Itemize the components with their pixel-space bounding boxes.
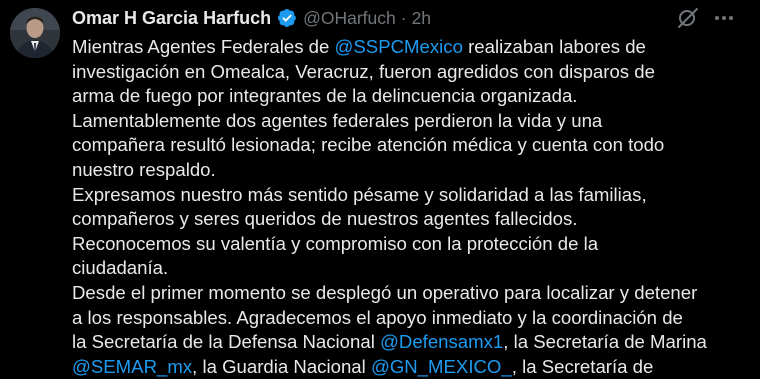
avatar-image [10, 8, 60, 58]
mention-link[interactable]: @GN_MEXICO_ [371, 356, 512, 377]
user-handle[interactable]: @OHarfuch [303, 8, 396, 29]
tweet-line: Reconocemos su valentía y compromiso con… [72, 232, 599, 254]
tweet-line: Lamentablemente dos agentes federales pe… [72, 109, 603, 131]
tweet-line: @SEMAR_mx, la Guardia Nacional @GN_MEXIC… [72, 355, 654, 377]
tweet-line: la Secretaría de la Defensa Nacional @De… [72, 331, 707, 353]
separator-dot: · [400, 7, 407, 28]
mention-link[interactable]: @SSPCMexico [335, 36, 463, 57]
tweet-line: compañeros y seres queridos de nuestros … [72, 208, 578, 230]
tweet-line: nuestro respaldo. [72, 158, 216, 180]
tweet-text: Mientras Agentes Federales de @SSPCMexic… [72, 35, 758, 379]
tweet-line: a los responsables. Agradecemos el apoyo… [72, 306, 683, 328]
tweet-line: compañera resultó lesionada; recibe aten… [72, 134, 665, 156]
timestamp[interactable]: 2h [412, 8, 431, 29]
grok-icon[interactable] [676, 6, 700, 30]
display-name[interactable]: Omar H Garcia Harfuch [72, 8, 271, 29]
tweet-line: Mientras Agentes Federales de @SSPCMexic… [72, 36, 646, 57]
tweet-line: Expresamos nuestro más sentido pésame y … [72, 183, 647, 205]
verified-badge-icon [277, 8, 297, 28]
avatar[interactable] [10, 8, 60, 58]
mention-link[interactable]: @Defensamx1 [380, 331, 503, 352]
more-options-icon[interactable] [712, 6, 736, 30]
tweet-header: Omar H Garcia Harfuch @OHarfuch · 2h [72, 6, 431, 30]
tweet[interactable]: Omar H Garcia Harfuch @OHarfuch · 2h Mie… [0, 0, 760, 378]
tweet-line: Desde el primer momento se desplegó un o… [72, 281, 698, 303]
mention-link[interactable]: @SEMAR_mx [72, 356, 192, 377]
tweet-line: ciudadanía. [72, 257, 169, 279]
tweet-line: investigación en Omealca, Veracruz, fuer… [72, 60, 655, 82]
tweet-line: arma de fuego por integrantes de la deli… [72, 85, 578, 107]
